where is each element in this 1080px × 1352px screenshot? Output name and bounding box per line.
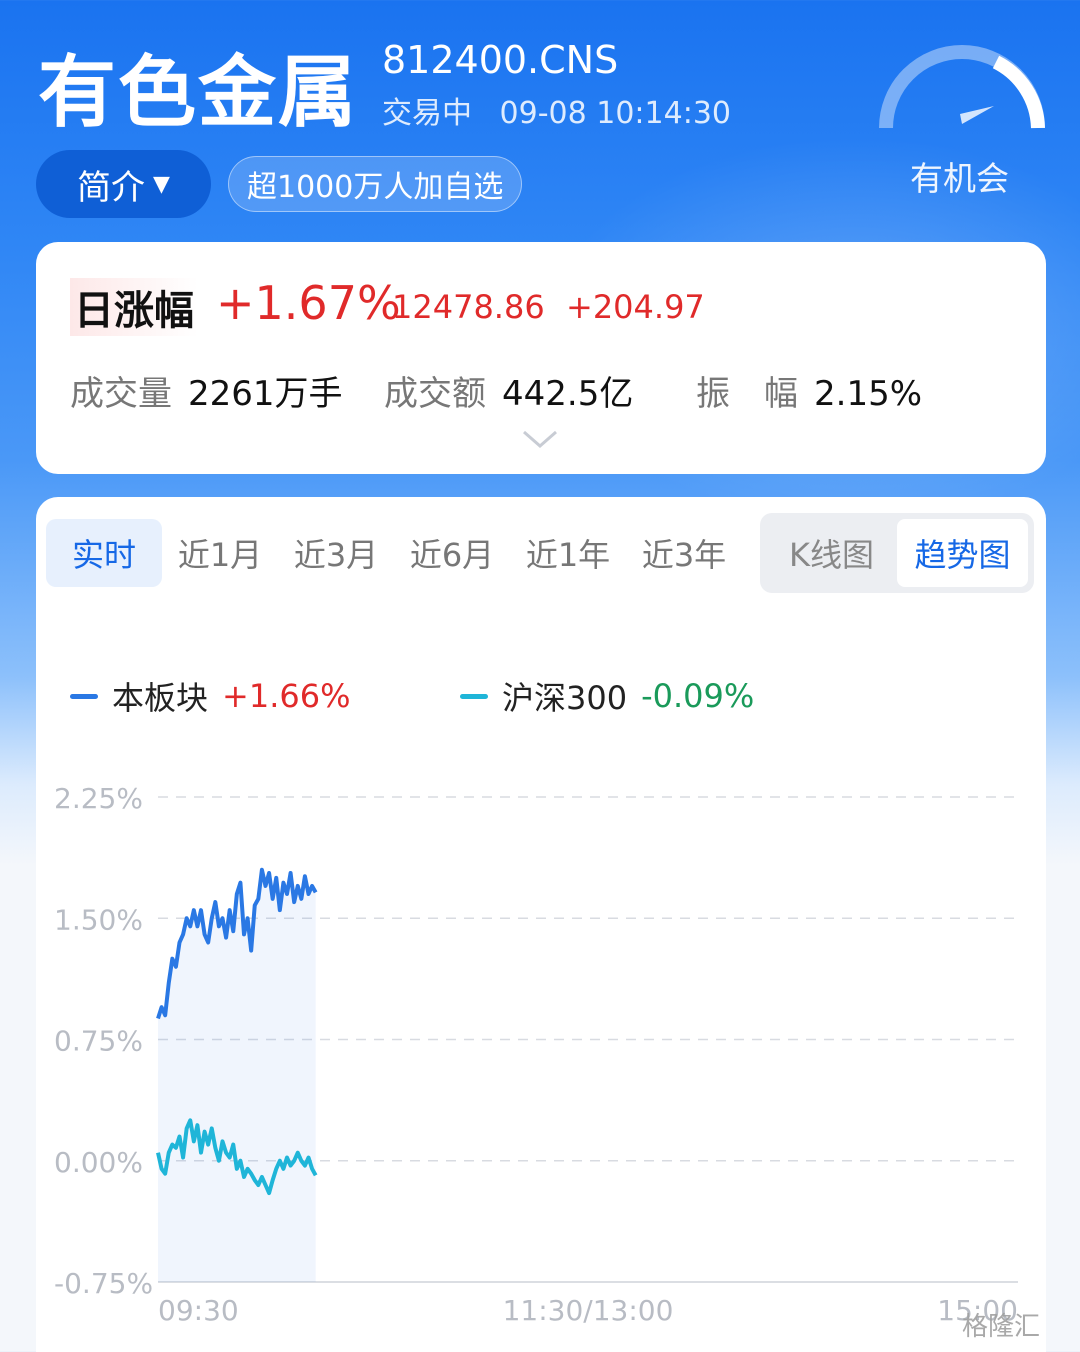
y-tick-label: 0.75% <box>54 1025 143 1058</box>
timestamp: 09-08 10:14:30 <box>499 96 731 131</box>
trading-status: 交易中 09-08 10:14:30 <box>382 88 749 132</box>
amount-label: 成交额 <box>384 374 486 414</box>
caret-down-icon: ▼ <box>153 171 170 197</box>
expand-chevron-icon[interactable] <box>522 428 558 450</box>
daily-rise-percent: +1.67% <box>216 276 401 330</box>
price-change: +204.97 <box>566 288 705 326</box>
intro-label: 简介 <box>77 167 146 208</box>
gauge-label[interactable]: 有机会 <box>910 152 1009 200</box>
intro-dropdown-button[interactable]: 简介 ▼ <box>36 150 211 218</box>
amplitude-value: 2.15% <box>814 374 923 414</box>
volume-label: 成交量 <box>70 374 172 414</box>
daily-rise-label: 日涨幅 <box>70 278 198 336</box>
y-tick-label: 2.25% <box>54 782 143 815</box>
intraday-trend-chart[interactable]: 2.25% 1.50% 0.75% 0.00% -0.75%09:30 11:30/13:… <box>36 497 1046 1352</box>
y-tick-label: -0.75% <box>54 1267 153 1300</box>
index-code: 812400.CNS <box>382 38 619 82</box>
page-title: 有色金属 <box>38 48 359 138</box>
volume-value: 2261万手 <box>188 374 343 414</box>
y-tick-label: 0.00% <box>54 1146 143 1179</box>
series-area-fill <box>158 869 316 1282</box>
status-text: 交易中 <box>382 96 472 131</box>
volume-stat: 成交量 2261万手 <box>70 366 343 415</box>
quote-summary-card: 日涨幅 +1.67% 12478.86 +204.97 成交量 2261万手 成交… <box>36 242 1046 474</box>
x-tick-label: 11:30/13:00 <box>503 1294 674 1327</box>
index-price: 12478.86 <box>392 288 545 326</box>
amount-value: 442.5亿 <box>502 374 634 414</box>
watchlist-badge[interactable]: 超1000万人加自选 <box>228 156 523 212</box>
amount-stat: 成交额 442.5亿 <box>384 366 633 415</box>
amplitude-stat: 振 幅 2.15% <box>696 366 922 415</box>
y-tick-label: 1.50% <box>54 903 143 936</box>
watermark-logo: 格隆汇 <box>962 1312 1041 1342</box>
sentiment-gauge-icon[interactable] <box>876 40 1048 140</box>
amplitude-label: 振 幅 <box>696 374 798 414</box>
x-tick-label: 09:30 <box>158 1294 239 1327</box>
